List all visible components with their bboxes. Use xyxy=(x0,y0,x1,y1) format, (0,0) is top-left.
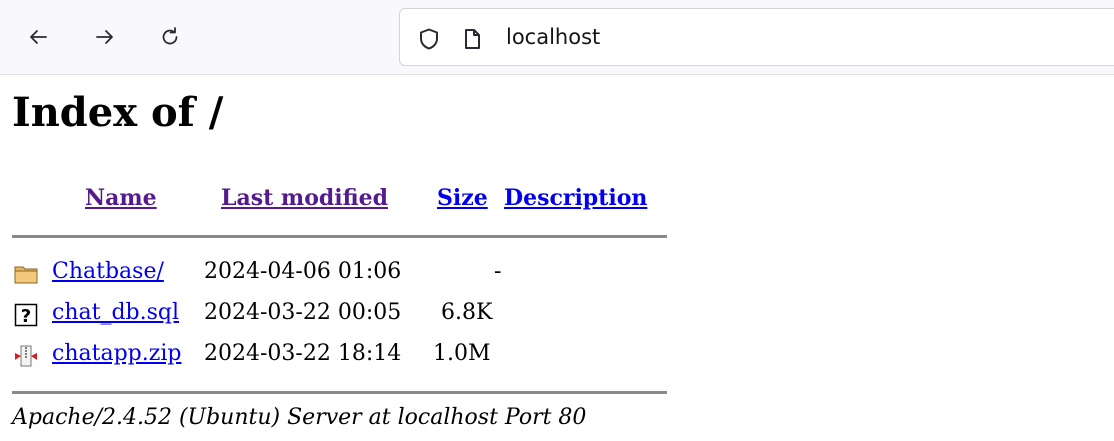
reload-button[interactable] xyxy=(153,20,187,54)
column-header-size[interactable]: Size xyxy=(437,185,488,211)
entry-link[interactable]: Chatbase/ xyxy=(52,259,164,284)
column-header-last-modified[interactable]: Last modified xyxy=(221,185,388,211)
browser-toolbar: localhost xyxy=(0,0,1114,75)
entry-size: 1.0M xyxy=(433,341,491,366)
divider-top xyxy=(12,235,667,238)
entry-modified: 2024-03-22 18:14 xyxy=(204,341,402,366)
entry-size: 6.8K xyxy=(441,300,493,325)
list-item: Chatbase/ 2024-04-06 01:06 - xyxy=(12,259,672,289)
reload-icon xyxy=(162,27,178,45)
arrow-right-icon xyxy=(96,30,113,44)
compressed-file-icon xyxy=(14,344,38,368)
unknown-file-icon: ? xyxy=(14,303,38,327)
page-icon[interactable] xyxy=(460,27,484,51)
entry-link[interactable]: chat_db.sql xyxy=(52,300,179,325)
column-header-name[interactable]: Name xyxy=(85,185,157,211)
entry-modified: 2024-03-22 00:05 xyxy=(204,300,402,325)
entry-modified: 2024-04-06 01:06 xyxy=(204,259,402,284)
divider-bottom xyxy=(12,391,667,394)
svg-text:?: ? xyxy=(21,306,31,327)
list-item: ? chat_db.sql 2024-03-22 00:05 6.8K xyxy=(12,300,672,330)
shield-icon[interactable] xyxy=(417,27,441,51)
address-bar[interactable]: localhost xyxy=(399,8,1114,66)
url-text[interactable]: localhost xyxy=(506,25,600,49)
directory-listing: Index of / Name Last modified Size Descr… xyxy=(0,75,1114,441)
back-button[interactable] xyxy=(21,20,55,54)
folder-icon xyxy=(14,262,38,286)
forward-button[interactable] xyxy=(88,20,122,54)
column-header-description[interactable]: Description xyxy=(504,185,647,211)
entry-link[interactable]: chatapp.zip xyxy=(52,341,181,366)
page-title: Index of / xyxy=(12,89,224,136)
arrow-left-icon xyxy=(30,30,47,44)
server-signature: Apache/2.4.52 (Ubuntu) Server at localho… xyxy=(12,405,587,430)
entry-size: - xyxy=(494,259,502,284)
list-item: chatapp.zip 2024-03-22 18:14 1.0M xyxy=(12,341,672,371)
